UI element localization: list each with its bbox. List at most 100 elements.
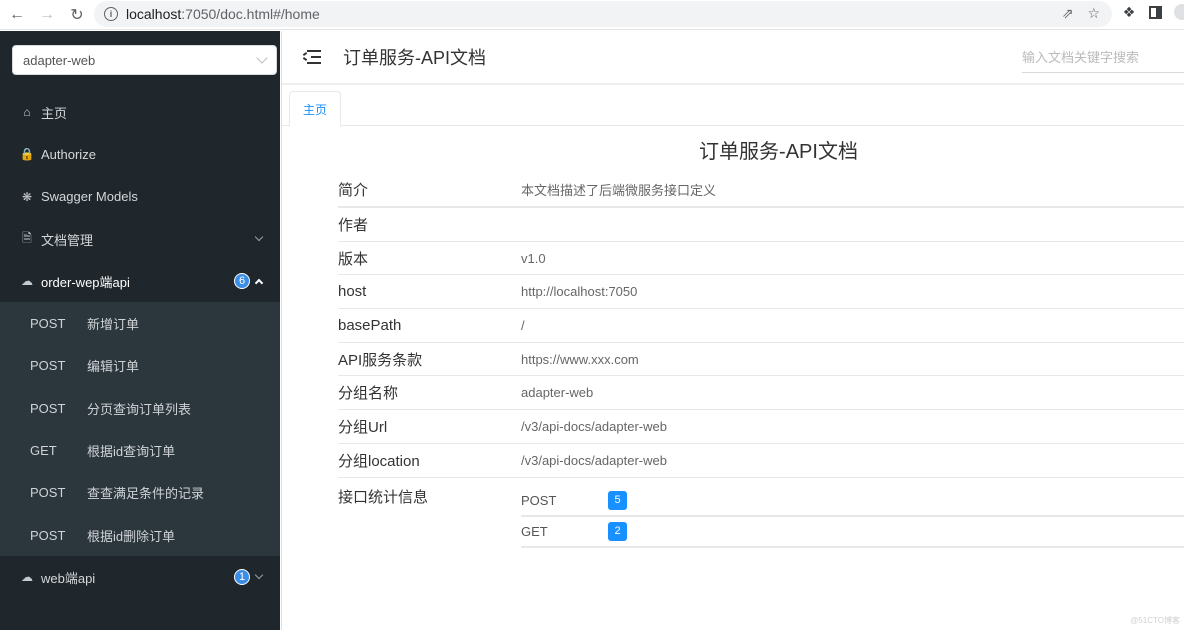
info-label: 分组名称 <box>338 385 399 403</box>
doc-info-table: 简介 本文档描述了后端微服务接口定义 作者 版本 v1.0 host http:… <box>338 172 1184 548</box>
browser-toolbar: ← → ↻ i localhost:7050/doc.html#/home ⇗ … <box>0 0 1184 30</box>
side-panel-icon[interactable] <box>1149 5 1162 19</box>
endpoint-name: 新增订单 <box>87 317 140 333</box>
sidebar-menu: ⌂ 主页 🔒 Authorize ❋ Swagger Models 🗎 文档管理… <box>0 91 280 599</box>
sidebar-item-home[interactable]: ⌂ 主页 <box>0 91 280 133</box>
endpoint-count-badge: 1 <box>234 569 250 586</box>
sidebar-item-web-api[interactable]: ☁ web端api 1 <box>0 556 280 598</box>
sidebar-item-label: 文档管理 <box>41 232 94 248</box>
http-method: GET <box>30 443 57 459</box>
stats-list: POST 5 GET 2 <box>521 486 1184 548</box>
endpoint-name: 编辑订单 <box>87 359 140 375</box>
endpoint-name: 根据id删除订单 <box>87 528 176 544</box>
info-row: 版本 v1.0 <box>338 242 1184 276</box>
group-select[interactable]: adapter-web <box>12 45 277 75</box>
doc-title: 订单服务-API文档 <box>699 141 858 163</box>
bookmark-star-icon[interactable]: ☆ <box>1087 5 1100 22</box>
info-value: http://localhost:7050 <box>521 284 638 300</box>
info-row: 简介 本文档描述了后端微服务接口定义 <box>338 172 1184 208</box>
stat-item: GET 2 <box>521 517 1184 548</box>
url-path: :7050/doc.html#/home <box>181 6 320 22</box>
endpoint-item[interactable]: POST 编辑订单 <box>0 345 280 387</box>
endpoint-name: 查查满足条件的记录 <box>87 486 205 502</box>
http-method: POST <box>30 527 66 543</box>
group-select-value: adapter-web <box>23 52 96 68</box>
page-title: 订单服务-API文档 <box>343 48 487 68</box>
info-value: /v3/api-docs/adapter-web <box>521 452 667 468</box>
info-label: 分组location <box>338 452 420 470</box>
chevron-down-icon <box>254 571 264 580</box>
tab-bar: 主页 <box>282 85 1184 127</box>
address-bar[interactable]: i localhost:7050/doc.html#/home ⇗ ☆ <box>94 1 1112 27</box>
info-row: API服务条款 https://www.xxx.com <box>338 343 1184 377</box>
info-label: 版本 <box>338 250 369 268</box>
doc-search[interactable] <box>1022 43 1184 73</box>
reload-button[interactable]: ↻ <box>64 2 90 28</box>
endpoint-item[interactable]: GET 根据id查询订单 <box>0 429 280 471</box>
count-badge: 5 <box>608 490 627 510</box>
http-method: POST <box>30 485 66 501</box>
http-method: GET <box>521 523 548 539</box>
info-row: host http://localhost:7050 <box>338 275 1184 310</box>
info-label: API服务条款 <box>338 351 423 369</box>
info-row: 作者 <box>338 208 1184 242</box>
http-method: POST <box>30 358 66 374</box>
http-method: POST <box>521 492 557 508</box>
sidebar-item-authorize[interactable]: 🔒 Authorize <box>0 133 280 175</box>
endpoint-item[interactable]: POST 根据id删除订单 <box>0 514 280 556</box>
info-value: 本文档描述了后端微服务接口定义 <box>521 182 717 198</box>
order-api-submenu: POST 新增订单 POST 编辑订单 POST 分页查询订单列表 GET 根据… <box>0 302 280 557</box>
info-value: / <box>521 317 525 333</box>
endpoint-item[interactable]: POST 分页查询订单列表 <box>0 387 280 429</box>
sidebar-item-doc-management[interactable]: 🗎 文档管理 <box>0 218 280 260</box>
share-icon[interactable]: ⇗ <box>1062 5 1074 22</box>
sidebar-item-swagger-models[interactable]: ❋ Swagger Models <box>0 176 280 218</box>
cube-icon: ❋ <box>21 189 33 204</box>
http-method: POST <box>30 400 66 416</box>
sidebar-item-order-wep-api[interactable]: ☁ order-wep端api 6 <box>0 260 280 302</box>
extensions-puzzle-icon[interactable]: ❖ <box>1121 4 1137 20</box>
url-host: localhost <box>126 6 182 22</box>
doc-settings-icon: 🗎 <box>22 230 32 245</box>
top-header: 订单服务-API文档 <box>282 31 1184 85</box>
sidebar-item-label: 主页 <box>41 105 68 121</box>
info-row: 分组Url /v3/api-docs/adapter-web <box>338 410 1184 444</box>
info-label: basePath <box>338 316 402 334</box>
sidebar-item-label: order-wep端api <box>41 274 130 290</box>
info-label: 简介 <box>338 181 369 199</box>
info-label: 分组Url <box>338 418 388 436</box>
endpoint-count-badge: 6 <box>234 273 250 290</box>
info-label: 接口统计信息 <box>338 488 429 506</box>
site-info-icon[interactable]: i <box>104 7 118 21</box>
chevron-down-icon <box>254 232 264 242</box>
info-value: https://www.xxx.com <box>521 351 639 367</box>
cloud-icon: ☁ <box>21 570 33 585</box>
home-icon: ⌂ <box>23 105 31 120</box>
sidebar-item-label: web端api <box>41 570 96 586</box>
forward-button[interactable]: → <box>34 2 60 28</box>
collapse-menu-icon[interactable] <box>302 50 321 64</box>
info-value: adapter-web <box>521 385 594 401</box>
lock-icon: 🔒 <box>19 147 35 162</box>
endpoint-name: 分页查询订单列表 <box>87 401 192 417</box>
back-button[interactable]: ← <box>4 2 30 28</box>
info-label: 作者 <box>338 216 369 234</box>
cloud-icon: ☁ <box>21 274 33 289</box>
info-row: basePath / <box>338 309 1184 343</box>
endpoint-item[interactable]: POST 查查满足条件的记录 <box>0 472 280 514</box>
chevron-down-icon <box>256 52 268 64</box>
search-input[interactable] <box>1022 50 1184 65</box>
info-row: 分组location /v3/api-docs/adapter-web <box>338 444 1184 478</box>
watermark: @51CTO博客 <box>1130 616 1180 625</box>
main-content: 订单服务-API文档 主页 订单服务-API文档 简介 本文档描述了后端微服务接… <box>281 31 1184 630</box>
endpoint-name: 根据id查询订单 <box>87 444 176 460</box>
endpoint-item[interactable]: POST 新增订单 <box>0 302 280 344</box>
url-text: localhost:7050/doc.html#/home <box>126 6 320 22</box>
sidebar: adapter-web ⌂ 主页 🔒 Authorize ❋ Swagger M… <box>0 31 280 630</box>
stat-item: POST 5 <box>521 486 1184 517</box>
info-label: host <box>338 283 367 301</box>
sidebar-item-label: Swagger Models <box>41 189 138 205</box>
profile-avatar-icon[interactable] <box>1174 4 1184 20</box>
tab-home[interactable]: 主页 <box>289 91 341 127</box>
chevron-up-icon <box>254 278 264 288</box>
